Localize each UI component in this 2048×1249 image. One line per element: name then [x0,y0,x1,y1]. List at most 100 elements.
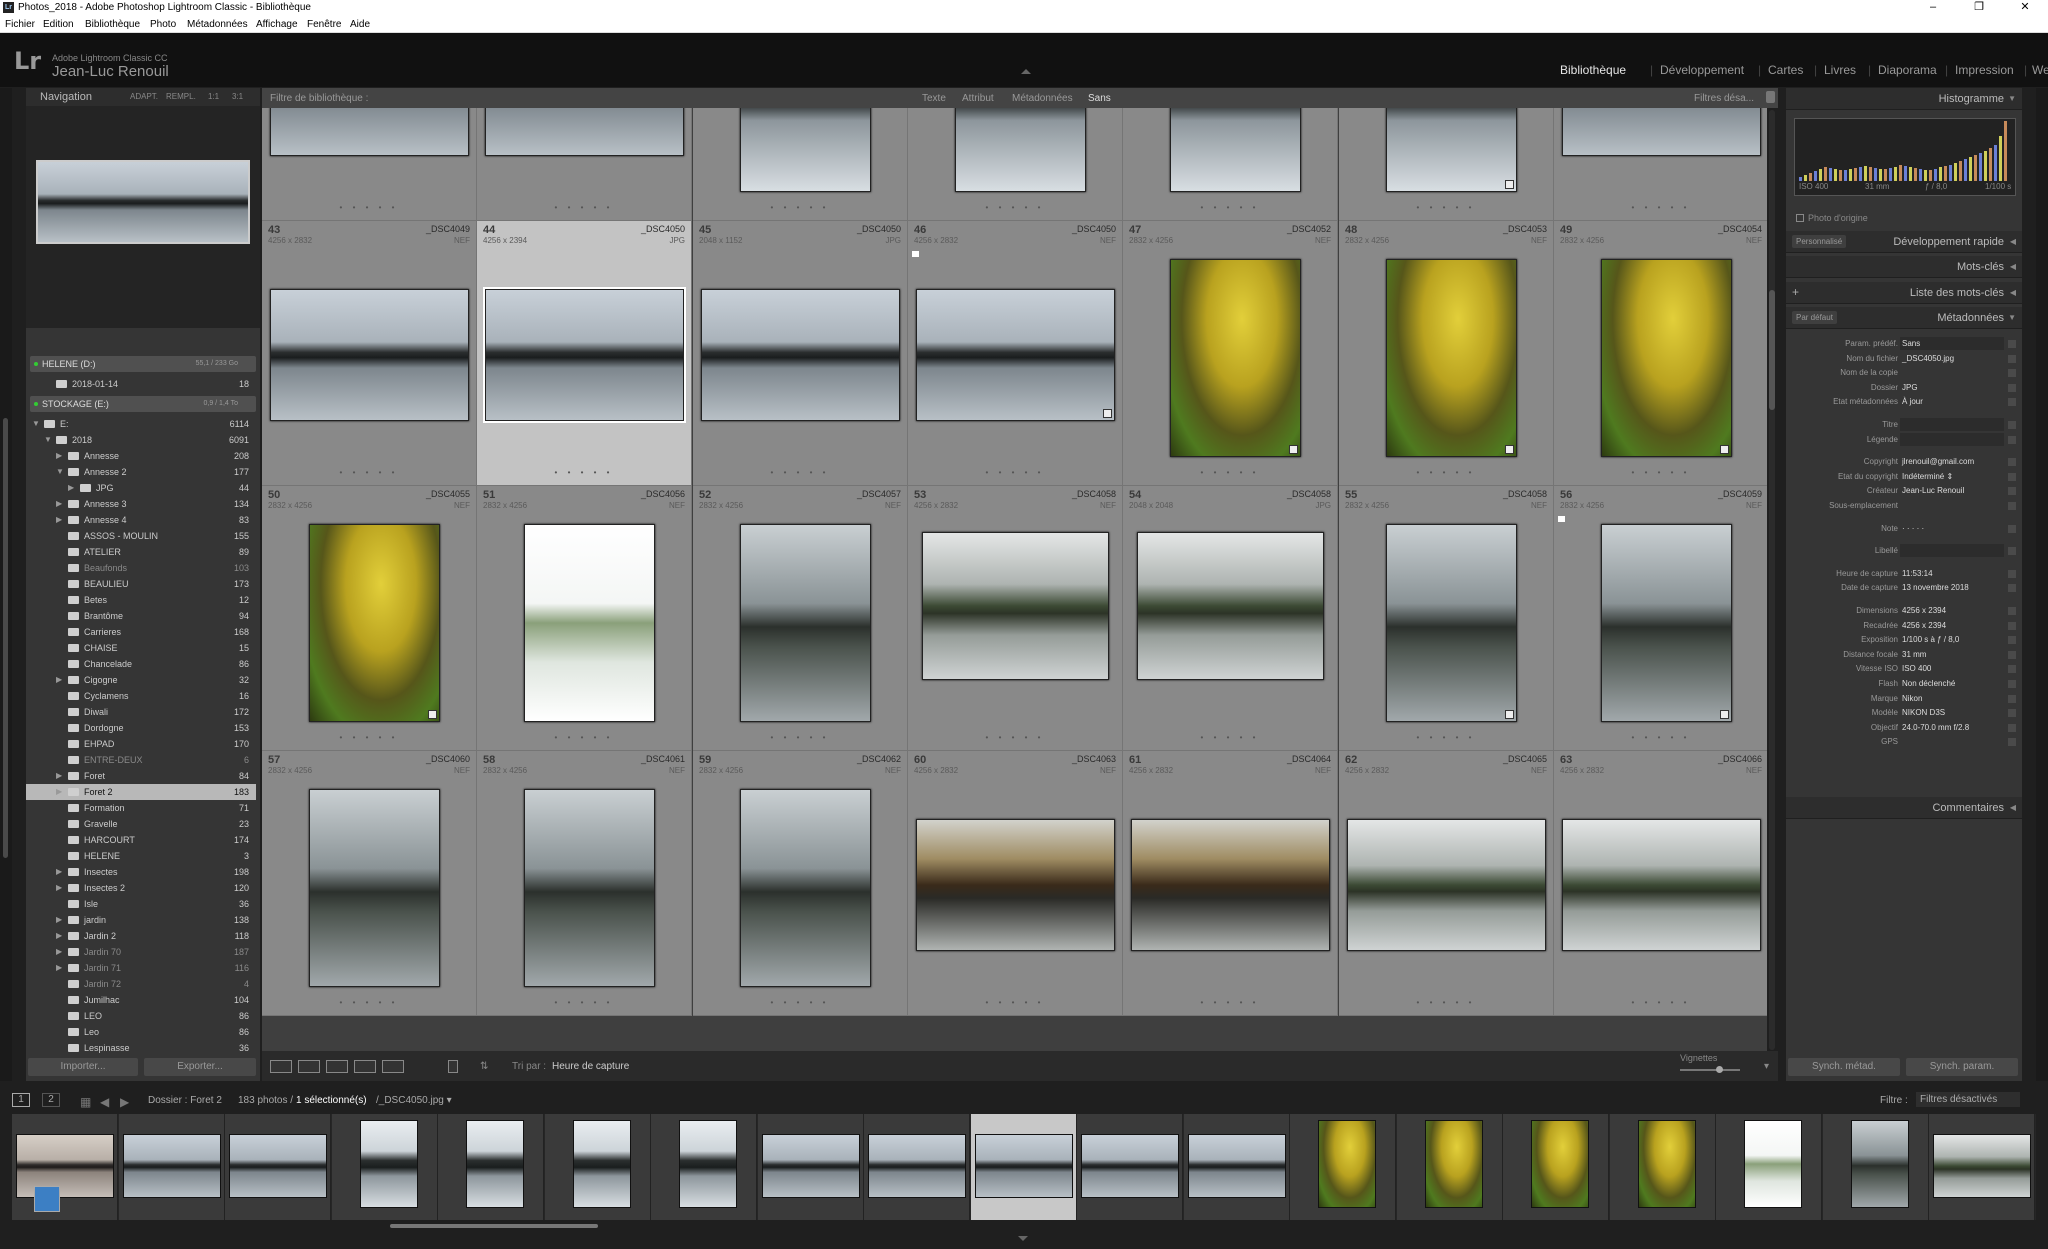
photo-thumbnail[interactable] [1137,532,1324,680]
folder-row[interactable]: ▶ Foret 84 [26,768,256,784]
edit-icon[interactable] [2008,421,2016,429]
photo-thumbnail[interactable] [483,287,686,423]
edit-icon[interactable] [2008,584,2016,593]
photo-thumbnail[interactable] [916,819,1115,951]
volume-helene[interactable]: HELENE (D:) 55,1 / 233 Go [30,356,256,372]
grid-icon[interactable]: ▦ [80,1095,91,1109]
thumbnail-size-slider[interactable] [1680,1069,1740,1071]
page-1-button[interactable]: 1 [12,1093,30,1107]
folder-row[interactable]: ▶ Annesse 4 83 [26,512,256,528]
metadata-row[interactable]: Libellé [1786,544,2022,558]
edit-icon[interactable] [2008,694,2016,703]
photo-thumbnail[interactable] [1170,108,1301,192]
edit-icon[interactable] [2008,547,2016,556]
grid-cell[interactable]: 57 2832 x 4256 _DSC4060 NEF • • • • • [262,751,477,1016]
grid-cell[interactable]: 52 2832 x 4256 _DSC4057 NEF • • • • • [693,486,908,751]
folder-row[interactable]: ▶ Insectes 2 120 [26,880,256,896]
metadata-row[interactable]: Titre [1786,418,2022,432]
edited-badge-icon[interactable] [1720,710,1729,719]
sync-settings-button[interactable]: Synch. param. [1906,1058,2018,1076]
filmstrip-thumbnail[interactable] [868,1134,966,1198]
filmstrip-thumbnail[interactable] [1425,1120,1483,1208]
metadata-row[interactable]: Sous-emplacement [1786,499,2022,513]
folder-row[interactable]: Cyclamens 16 [26,688,256,704]
filmstrip-thumbnail[interactable] [762,1134,860,1198]
disclosure-arrow-icon[interactable]: ▶ [56,787,62,796]
metadata-row[interactable]: Nom de la copie [1786,366,2022,380]
filmstrip-thumbnail[interactable] [1851,1120,1909,1208]
menu-photo[interactable]: Photo [150,19,176,30]
star-rating[interactable]: • • • • • [908,733,1122,742]
grid-scrollbar[interactable] [1769,110,1775,1050]
photo-thumbnail[interactable] [1562,108,1761,156]
metadata-preset[interactable]: Par défaut [1792,311,1837,324]
edited-badge-icon[interactable] [1505,445,1514,454]
grid-cell[interactable]: 44 4256 x 2394 _DSC4050 JPG • • • • • [477,221,692,486]
star-rating[interactable]: • • • • • [262,468,476,477]
nav-adapt[interactable]: ADAPT. [130,92,158,101]
folder-row[interactable]: Leo 86 [26,1024,256,1040]
star-rating[interactable]: • • • • • [693,203,907,212]
folder-row[interactable]: ▶ Annesse 208 [26,448,256,464]
star-rating[interactable]: • • • • • [908,468,1122,477]
menu-bibliotheque[interactable]: Bibliothèque [85,19,140,30]
filmstrip-cell[interactable] [545,1114,651,1220]
star-rating[interactable]: • • • • • [693,733,907,742]
filmstrip-thumbnail[interactable] [466,1120,524,1208]
module-bibliotheque[interactable]: Bibliothèque [1560,63,1626,77]
filmstrip-cell[interactable] [225,1114,331,1220]
metadata-row[interactable]: Exposition 1/100 s à ƒ / 8,0 [1786,633,2022,647]
add-keyword-icon[interactable]: + [1792,285,1799,299]
grid-cell[interactable]: • • • • • [477,108,692,221]
nav-3-1[interactable]: 3:1 [232,92,243,101]
photo-thumbnail[interactable] [1347,819,1546,951]
metadata-row[interactable]: Légende [1786,432,2022,447]
filter-tab-sans[interactable]: Sans [1088,93,1111,104]
filter-tab-texte[interactable]: Texte [922,93,946,104]
star-rating[interactable]: • • • • • [477,203,691,212]
photo-thumbnail[interactable] [1562,819,1761,951]
grid-cell[interactable]: 43 4256 x 2832 _DSC4049 NEF • • • • • [262,221,477,486]
comments-header[interactable]: Commentaires ◀ [1786,797,2022,819]
survey-view-icon[interactable] [354,1060,376,1073]
filmstrip-thumbnail[interactable] [573,1120,631,1208]
star-rating[interactable]: • • • • • [693,998,907,1007]
photo-thumbnail[interactable] [916,289,1115,421]
folder-row[interactable]: ▶ Insectes 198 [26,864,256,880]
grid-cell[interactable]: 45 2048 x 1152 _DSC4050 JPG • • • • • [693,221,908,486]
sync-metadata-button[interactable]: Synch. métad. [1788,1058,1900,1076]
filmstrip-thumbnail[interactable] [1531,1120,1589,1208]
page-2-button[interactable]: 2 [42,1093,60,1107]
folder-row[interactable]: ▼ Annesse 2 177 [26,464,256,480]
folder-row[interactable]: Diwali 172 [26,704,256,720]
edit-icon[interactable] [2008,340,2016,348]
flag-icon[interactable] [912,251,919,257]
folder-row[interactable]: Jardin 72 4 [26,976,256,992]
star-rating[interactable]: • • • • • [693,468,907,477]
grid-cell[interactable]: 48 2832 x 4256 _DSC4053 NEF • • • • • [1339,221,1554,486]
edit-icon[interactable] [2008,354,2016,363]
disclosure-arrow-icon[interactable]: ▶ [56,451,62,460]
filmstrip-thumbnail[interactable] [1188,1134,1286,1198]
menu-edition[interactable]: Edition [43,19,74,30]
photo-thumbnail[interactable] [309,789,440,987]
folder-row[interactable]: Brantôme 94 [26,608,256,624]
edit-icon[interactable] [2008,383,2016,392]
disclosure-arrow-icon[interactable]: ▼ [32,419,40,428]
grid-cell[interactable]: • • • • • [693,108,908,221]
disclosure-arrow-icon[interactable]: ▶ [56,867,62,876]
grid-cell[interactable]: • • • • • [262,108,477,221]
disclosure-arrow-icon[interactable]: ▶ [56,515,62,524]
star-rating[interactable]: • • • • • [1554,733,1767,742]
folder-row[interactable]: CHAISE 15 [26,640,256,656]
folder-row[interactable]: ASSOS - MOULIN 155 [26,528,256,544]
filmstrip-cell[interactable] [1290,1114,1396,1220]
metadata-row[interactable]: Param. prédéf. Sans [1786,337,2022,351]
photo-thumbnail[interactable] [1170,259,1301,457]
folder-row[interactable]: ▶ Annesse 3 134 [26,496,256,512]
keyword-list-header[interactable]: + Liste des mots-clés ◀ [1786,282,2022,304]
filmstrip-cell[interactable] [1184,1114,1290,1220]
star-rating[interactable]: • • • • • [1123,733,1337,742]
menu-metadonnees[interactable]: Métadonnées [187,19,248,30]
grid-view-icon[interactable] [270,1060,292,1073]
